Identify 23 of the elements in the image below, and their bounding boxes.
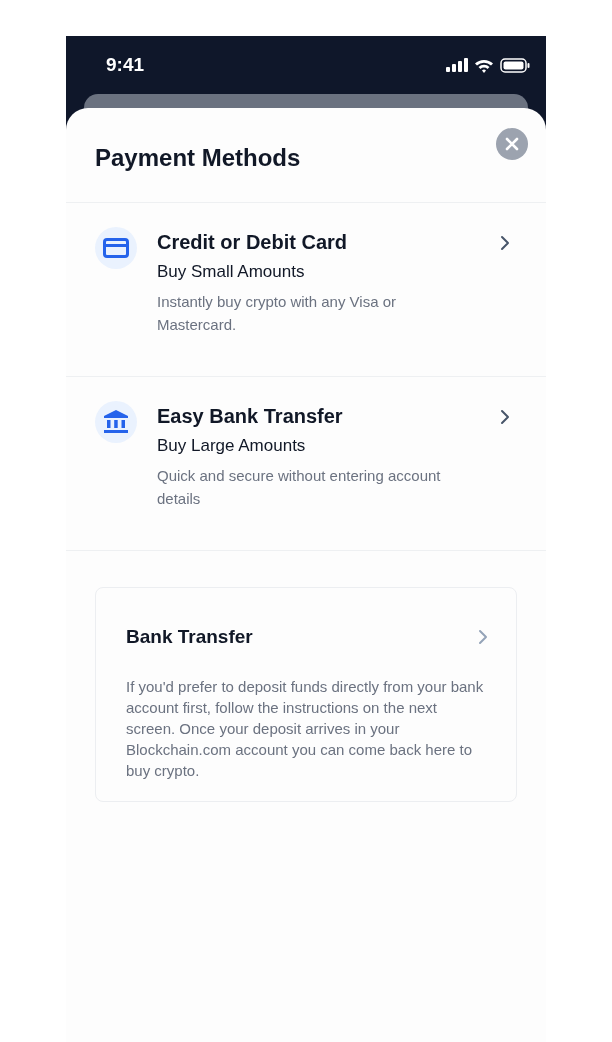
card-description: If you'd prefer to deposit funds directly from your bank account first, follow the instructions on the next screen. Once your deposit arrives in your Blockchain.com account you can come back here to buy crypto. [126, 677, 485, 781]
method-description: Quick and secure without entering account details [157, 466, 442, 509]
payment-method-item[interactable]: Easy Bank Transfer Buy Large Amounts Quick and secure without entering account details [66, 377, 546, 551]
method-description: Instantly buy crypto with any Visa or Mastercard. [157, 292, 397, 335]
signal-icon [446, 58, 468, 72]
status-time: 9:41 [106, 54, 145, 76]
method-subtitle: Buy Large Amounts [157, 436, 307, 456]
sheet-title: Payment Methods [95, 144, 301, 172]
wifi-icon [474, 57, 494, 73]
close-icon [505, 137, 519, 151]
battery-icon [500, 57, 530, 73]
chevron-right-icon [478, 629, 488, 645]
chevron-right-icon [500, 409, 510, 425]
method-subtitle: Buy Small Amounts [157, 262, 306, 282]
chevron-right-icon [500, 235, 510, 251]
close-button[interactable] [496, 128, 528, 160]
bank-transfer-card[interactable] [95, 587, 517, 802]
payment-method-item[interactable]: Credit or Debit Card Buy Small Amounts Instantly buy crypto with any Visa or Mastercard. [66, 203, 546, 377]
credit-card-icon [95, 227, 137, 269]
bank-icon [95, 401, 137, 443]
card-title: Bank Transfer [126, 626, 253, 648]
method-title: Easy Bank Transfer [157, 405, 344, 428]
method-title: Credit or Debit Card [157, 231, 349, 254]
